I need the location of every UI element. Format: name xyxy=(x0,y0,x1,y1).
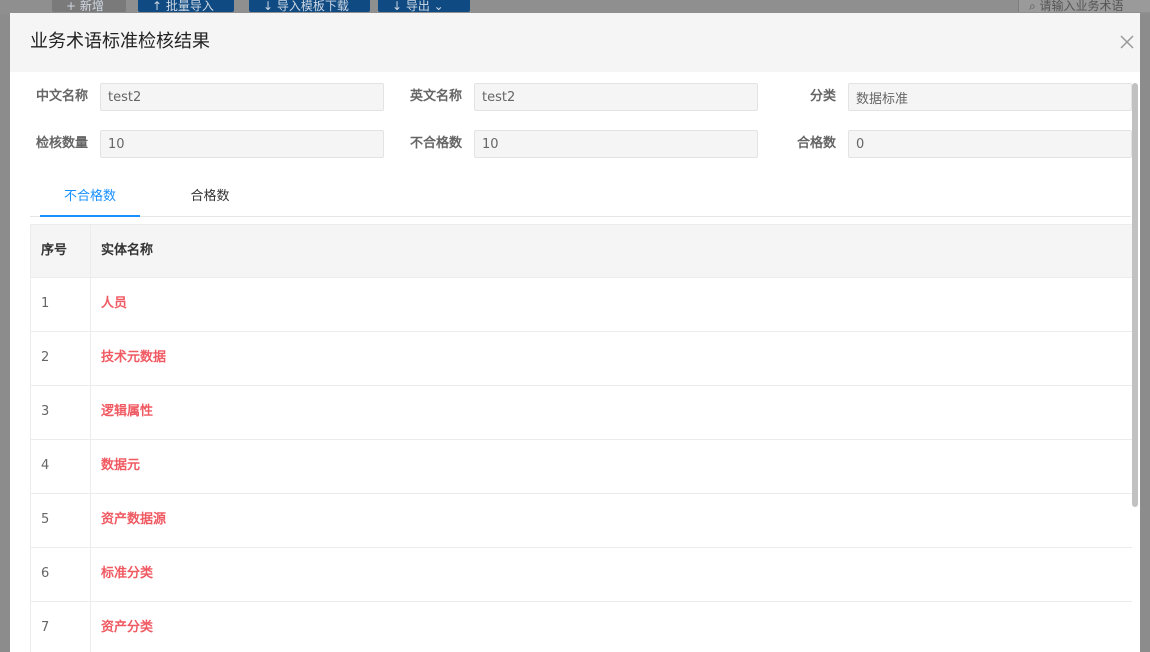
table-row[interactable]: 3 逻辑属性 xyxy=(31,386,1132,440)
close-icon[interactable] xyxy=(1116,31,1138,53)
check-count-label: 检核数量 xyxy=(35,136,88,151)
search-placeholder: 请输入业务术语 xyxy=(1039,0,1124,12)
row-index: 7 xyxy=(31,602,91,652)
table-row[interactable]: 7 资产分类 xyxy=(31,602,1132,652)
export-button[interactable]: ↓ 导出 ⌄ xyxy=(378,0,470,12)
modal-header: 业务术语标准检核结果 xyxy=(10,13,1140,72)
row-entity-name[interactable]: 资产数据源 xyxy=(91,494,166,547)
result-tabs: 不合格数 合格数 xyxy=(30,181,1131,217)
scrollbar-thumb[interactable] xyxy=(1132,83,1138,507)
search-input[interactable]: ⌕ 请输入业务术语 xyxy=(1018,0,1150,12)
add-button[interactable]: + 新增 xyxy=(52,0,126,12)
pass-count-field[interactable] xyxy=(848,130,1132,158)
fail-count-field[interactable] xyxy=(474,130,758,158)
row-index: 5 xyxy=(31,494,91,547)
fail-count-label: 不合格数 xyxy=(409,136,462,151)
entity-table: 序号 实体名称 1 人员 2 技术元数据 3 逻辑属性 4 数据元 5 资产数据… xyxy=(30,224,1132,652)
table-row[interactable]: 1 人员 xyxy=(31,278,1132,332)
form-row-names: 中文名称 英文名称 分类 xyxy=(10,83,1140,111)
table-row[interactable]: 5 资产数据源 xyxy=(31,494,1132,548)
pass-count-label: 合格数 xyxy=(796,136,836,151)
check-count-field[interactable] xyxy=(100,130,384,158)
import-template-download-button[interactable]: ↓ 导入模板下载 xyxy=(249,0,370,12)
row-index: 1 xyxy=(31,278,91,331)
tab-fail[interactable]: 不合格数 xyxy=(40,181,140,217)
modal-title: 业务术语标准检核结果 xyxy=(30,31,210,52)
english-name-field[interactable] xyxy=(474,83,758,111)
chinese-name-label: 中文名称 xyxy=(35,89,88,104)
row-index: 3 xyxy=(31,386,91,439)
check-result-modal: 业务术语标准检核结果 中文名称 英文名称 分类 检核数量 不合格数 合格数 不合… xyxy=(10,13,1140,652)
row-entity-name[interactable]: 数据元 xyxy=(91,440,140,493)
row-entity-name[interactable]: 人员 xyxy=(91,278,127,331)
chinese-name-field[interactable] xyxy=(100,83,384,111)
table-row[interactable]: 6 标准分类 xyxy=(31,548,1132,602)
search-icon: ⌕ xyxy=(1029,0,1040,12)
background-toolbar: + 新增 ↑ 批量导入 ↓ 导入模板下载 ↓ 导出 ⌄ ⌕ 请输入业务术语 xyxy=(0,0,1150,14)
category-field[interactable] xyxy=(848,83,1132,111)
table-header: 序号 实体名称 xyxy=(31,224,1132,278)
row-index: 6 xyxy=(31,548,91,601)
category-label: 分类 xyxy=(809,89,836,104)
batch-import-button[interactable]: ↑ 批量导入 xyxy=(138,0,234,12)
row-index: 4 xyxy=(31,440,91,493)
form-row-counts: 检核数量 不合格数 合格数 xyxy=(10,130,1140,158)
row-index: 2 xyxy=(31,332,91,385)
row-entity-name[interactable]: 标准分类 xyxy=(91,548,153,601)
row-entity-name[interactable]: 逻辑属性 xyxy=(91,386,153,439)
table-row[interactable]: 2 技术元数据 xyxy=(31,332,1132,386)
row-entity-name[interactable]: 资产分类 xyxy=(91,602,153,652)
english-name-label: 英文名称 xyxy=(409,89,462,104)
tab-pass[interactable]: 合格数 xyxy=(160,181,260,216)
column-header-entity-name: 实体名称 xyxy=(101,243,154,258)
table-row[interactable]: 4 数据元 xyxy=(31,440,1132,494)
column-header-index: 序号 xyxy=(31,225,91,277)
row-entity-name[interactable]: 技术元数据 xyxy=(91,332,166,385)
